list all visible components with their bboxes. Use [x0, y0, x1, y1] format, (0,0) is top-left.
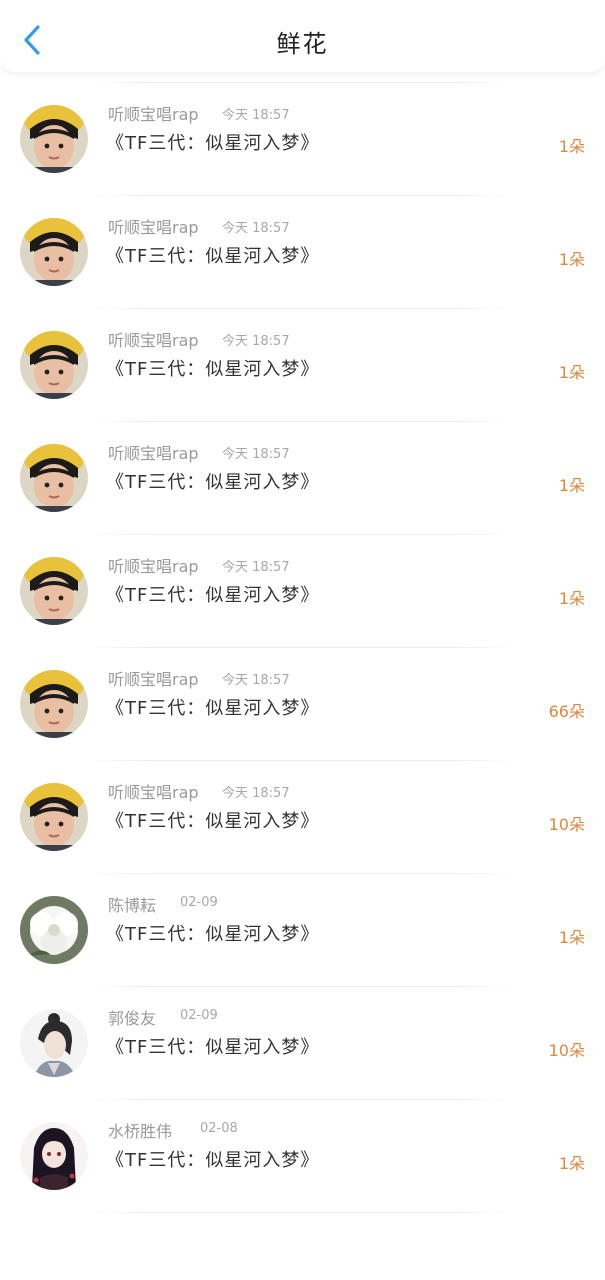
flower-count: 1朵: [558, 250, 585, 269]
gift-time: 今天 18:57: [222, 447, 290, 462]
sender-name[interactable]: 听顺宝唱rap: [108, 779, 199, 803]
list-item[interactable]: 郭俊友 02-09 《TF三代：似星河入梦》 10朵: [0, 987, 605, 1100]
gift-time: 今天 18:57: [222, 334, 290, 349]
sender-name[interactable]: 郭俊友: [108, 1005, 156, 1029]
sender-name[interactable]: 听顺宝唱rap: [108, 327, 199, 351]
flower-count: 66朵: [548, 702, 585, 721]
gift-time: 今天 18:57: [222, 560, 290, 575]
row-divider: [86, 1212, 516, 1213]
flower-count: 1朵: [558, 363, 585, 382]
list-item[interactable]: 陈博耘 02-09 《TF三代：似星河入梦》 1朵: [0, 874, 605, 987]
list-item[interactable]: 听顺宝唱rap 今天 18:57 《TF三代：似星河入梦》 1朵: [0, 422, 605, 535]
sender-name[interactable]: 听顺宝唱rap: [108, 214, 199, 238]
flower-count: 1朵: [558, 476, 585, 495]
song-title[interactable]: 《TF三代：似星河入梦》: [106, 807, 319, 833]
song-title[interactable]: 《TF三代：似星河入梦》: [106, 694, 319, 720]
flower-count: 10朵: [548, 815, 585, 834]
list-item[interactable]: 听顺宝唱rap 今天 18:57 《TF三代：似星河入梦》 1朵: [0, 196, 605, 309]
sender-name[interactable]: 水桥胜伟: [108, 1118, 172, 1142]
list-item[interactable]: 听顺宝唱rap 今天 18:57 《TF三代：似星河入梦》 10朵: [0, 761, 605, 874]
song-title[interactable]: 《TF三代：似星河入梦》: [106, 920, 319, 946]
flower-count: 1朵: [558, 589, 585, 608]
song-title[interactable]: 《TF三代：似星河入梦》: [106, 468, 319, 494]
sender-name[interactable]: 陈博耘: [108, 892, 156, 916]
song-title[interactable]: 《TF三代：似星河入梦》: [106, 242, 319, 268]
gift-time: 今天 18:57: [222, 786, 290, 801]
avatar[interactable]: [20, 670, 88, 738]
list-item[interactable]: 听顺宝唱rap 今天 18:57 《TF三代：似星河入梦》 1朵: [0, 535, 605, 648]
avatar[interactable]: [20, 783, 88, 851]
gift-time: 02-09: [180, 895, 218, 910]
flower-count: 1朵: [558, 137, 585, 156]
sender-name[interactable]: 听顺宝唱rap: [108, 553, 199, 577]
gift-time: 今天 18:57: [222, 673, 290, 688]
list-item[interactable]: 听顺宝唱rap 今天 18:57 《TF三代：似星河入梦》 1朵: [0, 309, 605, 422]
list-item[interactable]: 听顺宝唱rap 今天 18:57 《TF三代：似星河入梦》 1朵: [0, 83, 605, 196]
sender-name[interactable]: 听顺宝唱rap: [108, 101, 199, 125]
page-title: 鲜花: [276, 30, 329, 58]
avatar[interactable]: [20, 1009, 88, 1077]
avatar[interactable]: [20, 896, 88, 964]
avatar[interactable]: [20, 1122, 88, 1190]
song-title[interactable]: 《TF三代：似星河入梦》: [106, 581, 319, 607]
avatar[interactable]: [20, 105, 88, 173]
flower-count: 1朵: [558, 928, 585, 947]
gift-time: 今天 18:57: [222, 221, 290, 236]
avatar[interactable]: [20, 444, 88, 512]
song-title[interactable]: 《TF三代：似星河入梦》: [106, 1146, 319, 1172]
list-item[interactable]: 听顺宝唱rap 今天 18:57 《TF三代：似星河入梦》 66朵: [0, 648, 605, 761]
top-bar: 鲜花: [0, 0, 605, 72]
flower-count: 10朵: [548, 1041, 585, 1060]
list-item[interactable]: 水桥胜伟 02-08 《TF三代：似星河入梦》 1朵: [0, 1100, 605, 1213]
gift-time: 02-09: [180, 1008, 218, 1023]
avatar[interactable]: [20, 557, 88, 625]
avatar[interactable]: [20, 331, 88, 399]
song-title[interactable]: 《TF三代：似星河入梦》: [106, 355, 319, 381]
avatar[interactable]: [20, 218, 88, 286]
flower-count: 1朵: [558, 1154, 585, 1173]
song-title[interactable]: 《TF三代：似星河入梦》: [106, 129, 319, 155]
sender-name[interactable]: 听顺宝唱rap: [108, 440, 199, 464]
sender-name[interactable]: 听顺宝唱rap: [108, 666, 199, 690]
gift-time: 02-08: [200, 1121, 238, 1136]
song-title[interactable]: 《TF三代：似星河入梦》: [106, 1033, 319, 1059]
gift-time: 今天 18:57: [222, 108, 290, 123]
